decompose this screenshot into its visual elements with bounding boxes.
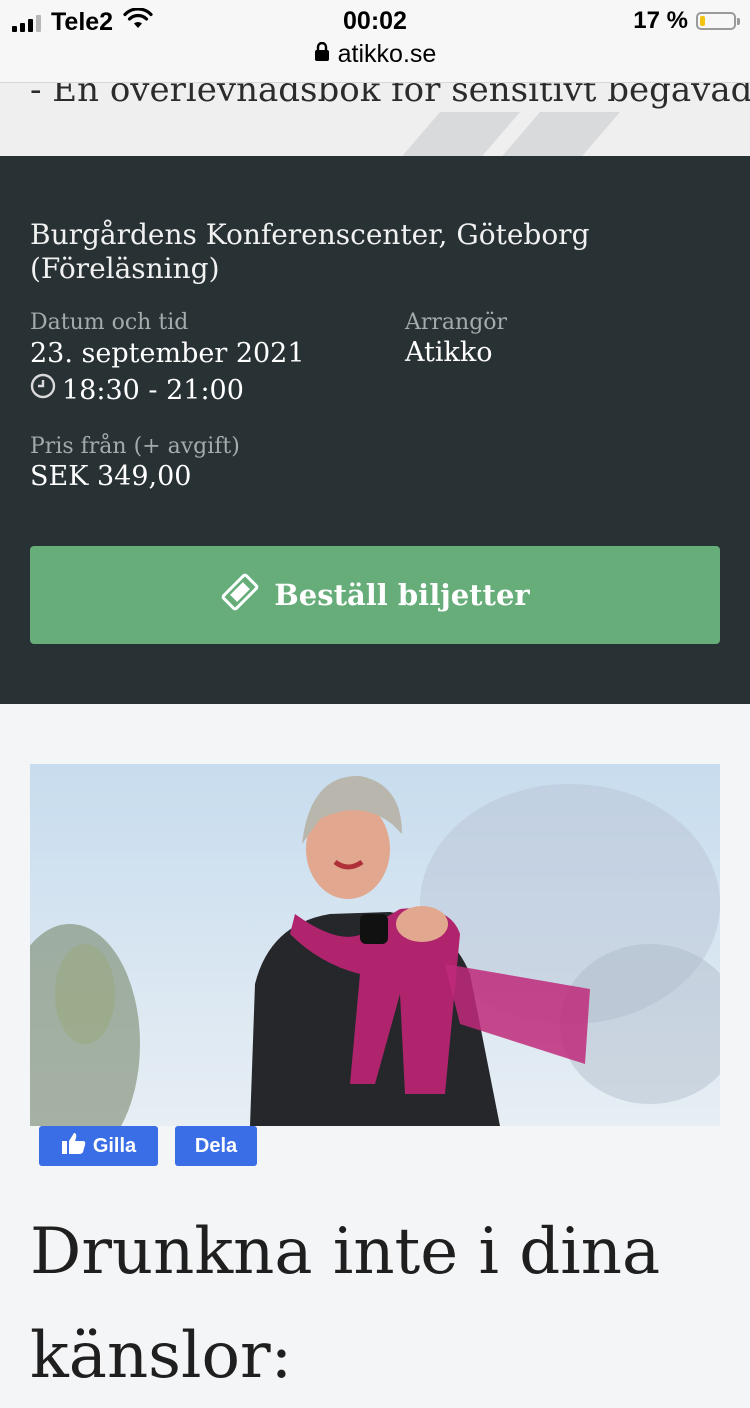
article-title: Drunkna inte i dina känslor:: [30, 1215, 661, 1393]
decorative-chevrons: [402, 112, 620, 156]
event-date: 23. september 2021: [30, 338, 305, 369]
status-bar: Tele2 00:02 atikko.se 17 %: [0, 0, 750, 83]
like-label: Gilla: [92, 1134, 137, 1157]
event-info-panel: Burgårdens Konferenscenter, Göteborg (Fö…: [0, 156, 750, 704]
thumbs-up-icon: [61, 1131, 87, 1161]
event-time: 18:30 - 21:00: [62, 374, 244, 406]
organizer-name: Atikko: [405, 337, 493, 368]
clock-icon: [30, 373, 56, 408]
lock-icon: [314, 40, 330, 69]
buy-tickets-button[interactable]: Beställ biljetter: [30, 546, 720, 644]
facebook-like-button[interactable]: Gilla: [39, 1126, 158, 1166]
time-row: 18:30 - 21:00: [30, 373, 305, 408]
event-venue: Burgårdens Konferenscenter, Göteborg (Fö…: [30, 218, 590, 285]
header-strip: - En överlevnadsbok för sensitivt begåva…: [0, 82, 750, 156]
event-photo: [30, 764, 720, 1126]
ticket-icon: [220, 572, 260, 619]
status-right: 17 %: [633, 7, 740, 35]
battery-icon: [696, 12, 740, 30]
buy-tickets-label: Beställ biljetter: [274, 578, 530, 612]
date-label: Datum och tid: [30, 310, 189, 335]
facebook-share-button[interactable]: Dela: [175, 1126, 257, 1166]
price-label: Pris från (+ avgift): [30, 434, 240, 459]
event-price: SEK 349,00: [30, 461, 192, 492]
battery-text: 17 %: [633, 7, 688, 34]
organizer-label: Arrangör: [405, 310, 508, 335]
price-section: Pris från (+ avgift) SEK 349,00: [30, 434, 240, 492]
organizer-section: Arrangör Atikko: [405, 310, 507, 368]
url-text: atikko.se: [337, 40, 437, 68]
date-section: Datum och tid 23. september 2021 18:30 -…: [30, 310, 305, 408]
address-bar[interactable]: atikko.se: [0, 40, 750, 69]
share-label: Dela: [194, 1134, 238, 1157]
